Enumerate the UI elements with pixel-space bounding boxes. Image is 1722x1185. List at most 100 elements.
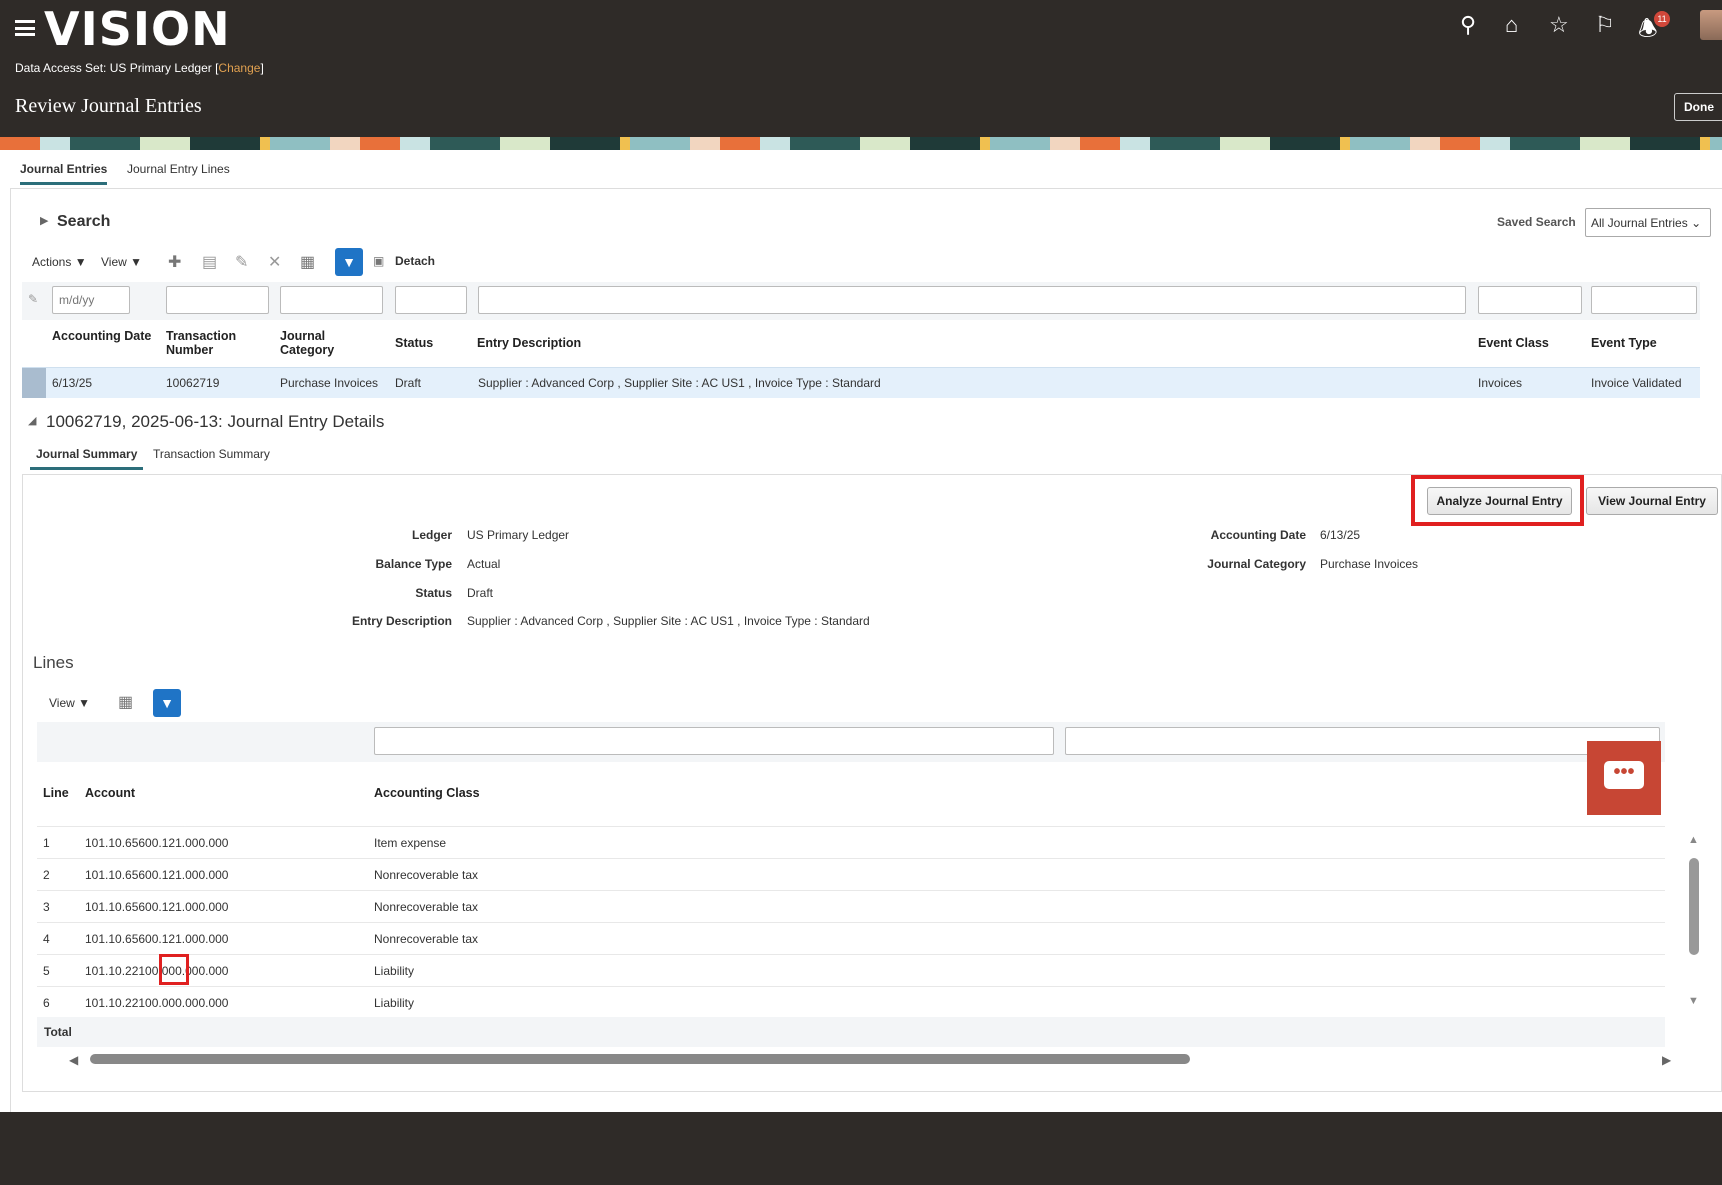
cell-line: 1 xyxy=(43,836,50,850)
chevron-down-icon: ⌄ xyxy=(1691,216,1702,230)
vision-logo[interactable]: VISION xyxy=(44,2,231,56)
filter-status[interactable] xyxy=(395,286,467,314)
collapse-details-icon[interactable]: ◢ xyxy=(28,414,36,427)
tab-journal-summary[interactable]: Journal Summary xyxy=(30,447,144,470)
col-event-type[interactable]: Event Type xyxy=(1591,336,1657,350)
notification-badge: 11 xyxy=(1654,11,1670,27)
filter-transaction-number[interactable] xyxy=(166,286,269,314)
cell-accounting-class: Liability xyxy=(374,996,415,1010)
col-journal-category[interactable]: Journal Category xyxy=(280,329,360,357)
col-line[interactable]: Line xyxy=(43,786,69,800)
cell-event-class: Invoices xyxy=(1478,376,1523,390)
view-journal-entry-button[interactable]: View Journal Entry xyxy=(1586,487,1718,515)
detach-icon[interactable]: ▣ xyxy=(373,254,384,268)
col-accounting-class[interactable]: Accounting Class xyxy=(374,786,480,800)
ledger-value: US Primary Ledger xyxy=(467,528,570,542)
table-row[interactable]: 6/13/25 10062719 Purchase Invoices Draft… xyxy=(22,367,1700,398)
status-value: Draft xyxy=(467,586,494,600)
cell-account: 101.10.65600.121.000.000 xyxy=(85,868,229,882)
scroll-right-icon[interactable]: ▶ xyxy=(1662,1053,1671,1067)
detach-button[interactable]: Detach xyxy=(395,254,435,268)
lines-view-menu[interactable]: View ▼ xyxy=(49,696,90,710)
row-selector[interactable] xyxy=(22,368,46,398)
table-row[interactable]: 6 101.10.22100.000.000.000 Liability xyxy=(37,986,1665,1018)
cell-account: 101.10.22100.000.000.000 xyxy=(85,964,229,978)
tab-transaction-summary[interactable]: Transaction Summary xyxy=(153,447,270,467)
decorative-banner xyxy=(0,137,1722,150)
table-row[interactable]: 3 101.10.65600.121.000.000 Nonrecoverable … xyxy=(37,890,1665,922)
filter-journal-category[interactable] xyxy=(280,286,383,314)
data-access-set: Data Access Set: US Primary Ledger [Chan… xyxy=(15,61,264,75)
chat-button[interactable]: ••• xyxy=(1587,741,1661,815)
cell-account: 101.10.65600.121.000.000 xyxy=(85,900,229,914)
cell-accounting-class: Nonrecoverable tax xyxy=(374,868,479,882)
filter-entry-description[interactable] xyxy=(478,286,1466,314)
expand-search-icon[interactable]: ▶ xyxy=(40,214,48,227)
pencil-icon: ✎ xyxy=(28,292,39,306)
home-icon[interactable]: ⌂ xyxy=(1505,12,1518,38)
cell-status: Draft xyxy=(395,376,422,390)
freeze-columns-icon[interactable]: ▦ xyxy=(118,692,133,712)
vertical-scrollbar[interactable] xyxy=(1689,858,1699,955)
cell-line: 3 xyxy=(43,900,50,914)
filter-next-column[interactable] xyxy=(1065,727,1660,755)
entry-description-label: Entry Description xyxy=(351,614,452,628)
cell-line: 2 xyxy=(43,868,50,882)
delete-icon[interactable]: ✕ xyxy=(268,252,281,272)
filter-accounting-class[interactable] xyxy=(374,727,1054,755)
done-button[interactable]: Done xyxy=(1674,93,1722,121)
cell-accounting-class: Item expense xyxy=(374,836,447,850)
edit-icon[interactable]: ✎ xyxy=(235,252,248,272)
status-label: Status xyxy=(415,586,452,600)
change-link[interactable]: Change xyxy=(218,61,260,75)
col-transaction-number[interactable]: Transaction Number xyxy=(166,329,256,357)
horizontal-scrollbar[interactable] xyxy=(90,1054,1190,1064)
cell-line: 5 xyxy=(43,964,50,978)
freeze-columns-icon[interactable]: ▦ xyxy=(300,252,315,272)
footer xyxy=(0,1112,1722,1185)
table-row[interactable]: 1 101.10.65600.121.000.000 Item expense xyxy=(37,826,1665,858)
table-row[interactable]: 4 101.10.65600.121.000.000 Nonrecoverable … xyxy=(37,922,1665,954)
cell-account: 101.10.22100.000.000.000 xyxy=(85,996,229,1010)
query-by-example-icon[interactable]: ▼ xyxy=(335,248,363,276)
actions-menu[interactable]: Actions ▼ xyxy=(32,255,87,269)
cell-account: 101.10.65600.121.000.000 xyxy=(85,932,229,946)
cell-journal-category: Purchase Invoices xyxy=(280,376,379,390)
col-status[interactable]: Status xyxy=(395,336,433,350)
saved-search-select[interactable]: All Journal Entries ⌄ xyxy=(1585,208,1711,237)
search-header[interactable]: Search xyxy=(57,213,110,231)
table-row[interactable]: 2 101.10.65600.121.000.000 Nonrecoverable … xyxy=(37,858,1665,890)
col-account[interactable]: Account xyxy=(85,786,135,800)
analyze-journal-entry-button[interactable]: Analyze Journal Entry xyxy=(1427,487,1572,515)
query-by-example-icon[interactable]: ▼ xyxy=(153,689,181,717)
scroll-left-icon[interactable]: ◀ xyxy=(69,1053,78,1067)
col-event-class[interactable]: Event Class xyxy=(1478,336,1549,350)
tab-journal-entry-lines[interactable]: Journal Entry Lines xyxy=(127,162,230,182)
avatar[interactable] xyxy=(1700,10,1722,40)
scroll-down-icon[interactable]: ▼ xyxy=(1688,995,1699,1007)
journal-category-value: Purchase Invoices xyxy=(1320,557,1419,571)
ledger-label: Ledger xyxy=(411,528,452,542)
details-title: 10062719, 2025-06-13: Journal Entry Deta… xyxy=(46,412,385,431)
cell-event-type: Invoice Validated xyxy=(1591,376,1682,390)
star-icon[interactable]: ☆ xyxy=(1549,12,1569,38)
view-menu[interactable]: View ▼ xyxy=(101,255,142,269)
balance-type-label: Balance Type xyxy=(375,557,452,571)
search-icon[interactable]: ⚲ xyxy=(1460,12,1476,38)
entry-description-value: Supplier : Advanced Corp , Supplier Site… xyxy=(467,614,870,628)
scroll-up-icon[interactable]: ▲ xyxy=(1688,834,1699,846)
table-row[interactable]: 5 101.10.22100.000.000.000 Liability xyxy=(37,954,1665,986)
saved-search-value: All Journal Entries xyxy=(1591,216,1688,230)
filter-accounting-date[interactable] xyxy=(52,286,130,314)
col-entry-description[interactable]: Entry Description xyxy=(477,336,581,350)
duplicate-icon[interactable]: ▤ xyxy=(202,252,217,272)
filter-event-type[interactable] xyxy=(1591,286,1697,314)
col-accounting-date[interactable]: Accounting Date xyxy=(52,329,152,343)
add-icon[interactable]: ✚ xyxy=(168,252,181,272)
menu-icon[interactable] xyxy=(15,20,35,36)
filter-event-class[interactable] xyxy=(1478,286,1582,314)
actions-label: Actions xyxy=(32,255,72,269)
flag-icon[interactable]: ⚐ xyxy=(1595,12,1615,38)
tab-journal-entries[interactable]: Journal Entries xyxy=(20,162,108,185)
accounting-date-value: 6/13/25 xyxy=(1320,528,1361,542)
